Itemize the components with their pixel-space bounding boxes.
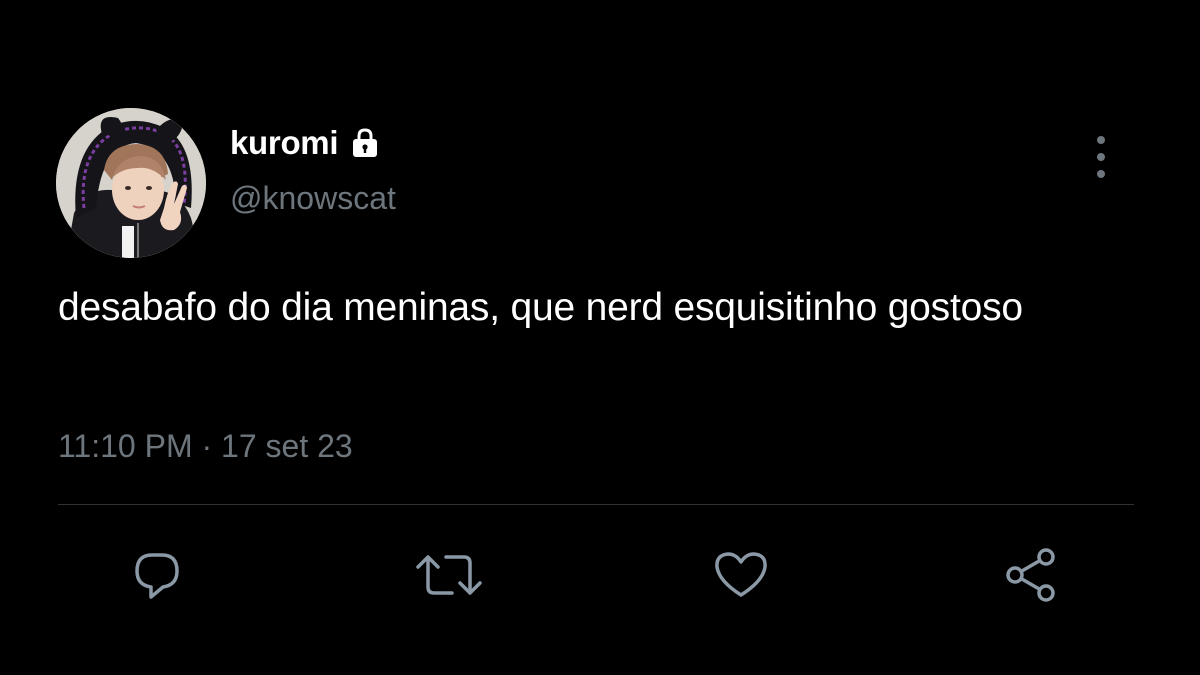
share-button[interactable] [996, 540, 1066, 610]
lock-icon [348, 126, 382, 160]
more-dot [1097, 136, 1105, 144]
display-name-text: kuromi [230, 124, 339, 161]
user-handle[interactable]: @knowscat [230, 180, 396, 217]
retweet-button[interactable] [414, 540, 484, 610]
avatar-image [56, 108, 206, 258]
share-icon [1006, 548, 1055, 602]
tweet-detail: kuromi @knowscat desabafo do dia meninas… [0, 0, 1200, 675]
reply-icon [135, 553, 179, 599]
heart-icon [715, 552, 767, 597]
avatar[interactable] [56, 108, 206, 258]
more-dot [1097, 170, 1105, 178]
like-button[interactable] [706, 540, 776, 610]
reply-button[interactable] [122, 540, 192, 610]
more-dot [1097, 153, 1105, 161]
tweet-text: desabafo do dia meninas, que nerd esquis… [58, 286, 1023, 329]
tweet-actions [0, 540, 1200, 610]
divider [58, 504, 1134, 505]
more-vertical-icon[interactable] [1086, 136, 1116, 178]
tweet-timestamp[interactable]: 11:10 PM · 17 set 23 [58, 428, 353, 465]
retweet-icon [416, 555, 482, 595]
display-name[interactable]: kuromi [230, 124, 382, 162]
